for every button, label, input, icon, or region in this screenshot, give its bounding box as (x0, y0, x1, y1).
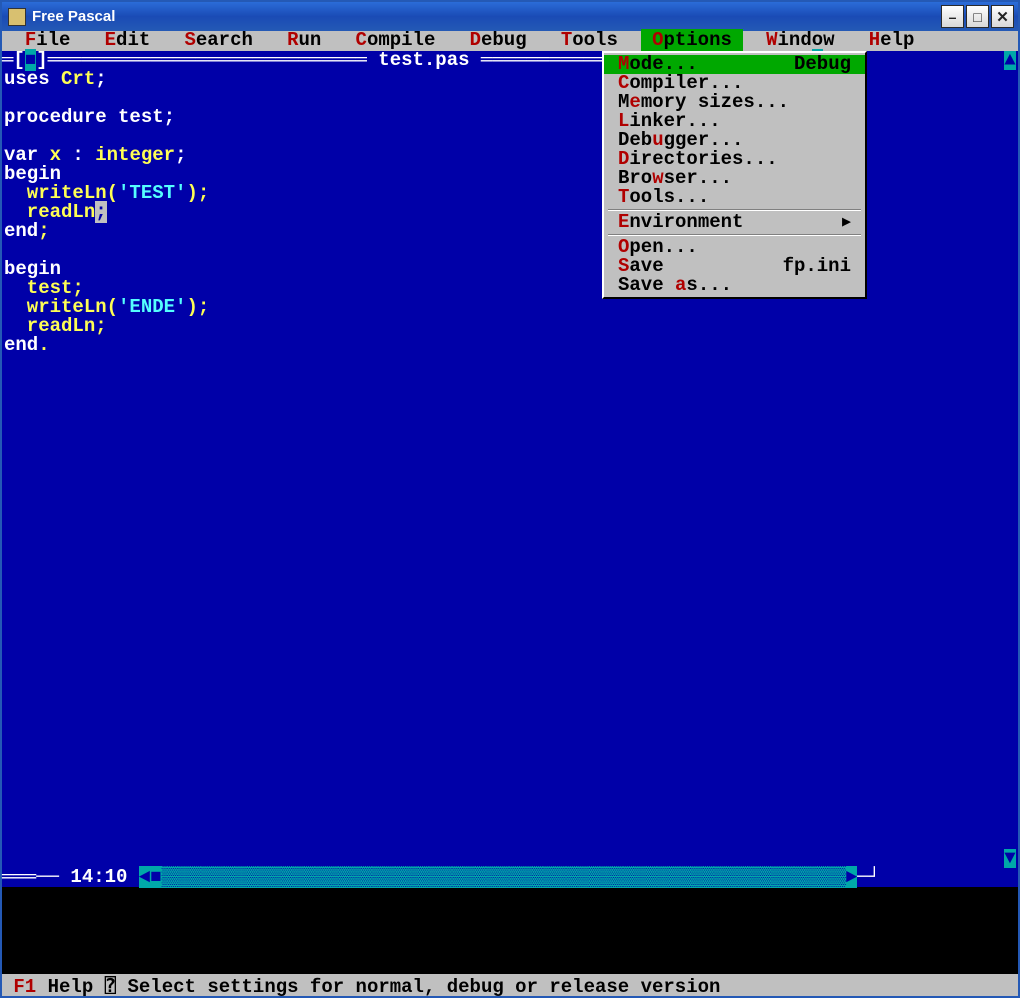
menu-item-save-as[interactable]: Save as... (604, 276, 865, 295)
code-line[interactable]: readLn; (4, 317, 1018, 336)
options-menu-dropdown: Mode...DebugCompiler...Memory sizes...Li… (602, 51, 867, 299)
scroll-up-icon[interactable]: ▲ (1004, 51, 1016, 70)
status-label: Help (48, 976, 94, 998)
ide-area: File Edit Search Run Compile Debug Tools… (2, 31, 1018, 887)
menu-indow[interactable]: Window (755, 29, 846, 51)
window-titlebar: Free Pascal – □ ✕ (2, 2, 1018, 31)
menu-elp[interactable]: Help (857, 29, 925, 51)
code-line[interactable]: end. (4, 336, 1018, 355)
window-title: Free Pascal (32, 8, 939, 25)
menu-ompile[interactable]: Compile (344, 29, 447, 51)
maximize-button[interactable]: □ (966, 5, 989, 28)
scroll-down-icon[interactable]: ▼ (1004, 849, 1016, 868)
status-bar: F1 Help ⍰ Select settings for normal, de… (2, 974, 1018, 996)
menu-bar: File Edit Search Run Compile Debug Tools… (2, 31, 1018, 51)
console-output-area (2, 887, 1018, 974)
menu-dit[interactable]: Edit (93, 29, 161, 51)
menu-ptions[interactable]: Options (641, 29, 744, 51)
menu-item-environment[interactable]: Environment▶ (604, 213, 865, 232)
close-button[interactable]: ✕ (991, 5, 1014, 28)
code-line[interactable]: writeLn('ENDE'); (4, 298, 1018, 317)
status-hint: Select settings for normal, debug or rel… (128, 976, 721, 998)
menu-item-tools[interactable]: Tools... (604, 188, 865, 207)
menu-earch[interactable]: Search (173, 29, 264, 51)
app-icon (8, 8, 26, 26)
menu-ebug[interactable]: Debug (458, 29, 538, 51)
menu-ools[interactable]: Tools (549, 29, 629, 51)
status-key: F1 (13, 976, 36, 998)
status-separator: ⍰ (105, 976, 116, 998)
editor-hscroll[interactable]: ═══── 14:10 ◄■▒▒▒▒▒▒▒▒▒▒▒▒▒▒▒▒▒▒▒▒▒▒▒▒▒▒… (2, 868, 1018, 887)
minimize-button[interactable]: – (941, 5, 964, 28)
menu-ile[interactable]: File (13, 29, 81, 51)
menu-un[interactable]: Run (276, 29, 333, 51)
